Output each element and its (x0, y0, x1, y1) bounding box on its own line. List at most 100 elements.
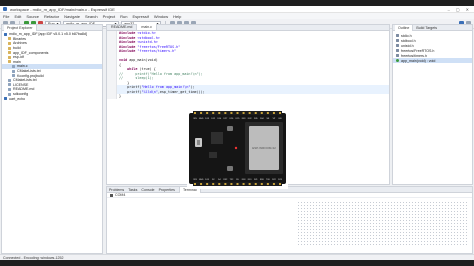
code-text: #include "freertos/timers.h" (117, 49, 176, 53)
header-pin (279, 112, 281, 114)
header-pin (212, 183, 215, 185)
folder-icon (8, 60, 11, 64)
tree-item-label: app_IDF_components (13, 50, 49, 55)
bottom-panel: Problems Tasks Console Properties Terminal C… (106, 186, 473, 254)
code-token: // (119, 71, 136, 76)
menu-item-search[interactable]: Search (85, 14, 98, 19)
menu-item-source[interactable]: Source (26, 14, 39, 19)
usb-uart-chip (211, 132, 223, 144)
folder-icon (8, 51, 11, 55)
header-pin (230, 112, 233, 114)
tab-main-c[interactable]: main.c (137, 24, 157, 30)
menu-item-edit[interactable]: Edit (14, 14, 21, 19)
file-icon (12, 64, 15, 68)
header-pin (248, 112, 251, 114)
minimize-icon[interactable]: – (448, 7, 450, 12)
code-token: <stdbool.h> (137, 35, 160, 40)
menu-item-navigate[interactable]: Navigate (64, 14, 80, 19)
outline-item[interactable]: app_main(void) : void (393, 58, 472, 63)
pin-row-bottom (194, 183, 281, 185)
header-pin (266, 112, 269, 114)
file-icon (12, 74, 15, 78)
esp32-board-photo: VIN GND D13 D12 D14 D27 D26 D25 D33 D32 D35 D34 VN VP… (187, 108, 288, 189)
code-token: } (119, 94, 122, 99)
file-icon (8, 87, 11, 91)
header-pin (254, 112, 257, 114)
tree-item-label: README.md (13, 87, 35, 92)
menu-item-run[interactable]: Run (120, 14, 127, 19)
code-text: } (117, 81, 129, 85)
code-token: printf("Hello from app_main!\n"); (135, 71, 203, 76)
tab-project-explorer[interactable]: Project Explorer (4, 24, 37, 31)
code-text: #include <unistd.h> (117, 40, 158, 44)
tab-outline[interactable]: Outline (395, 24, 414, 31)
file-icon (8, 78, 11, 82)
tree-item-label: Kconfig.projbuild (17, 73, 44, 78)
header-pin (200, 183, 203, 185)
tree-item-label: main.c (17, 64, 28, 69)
tab-tasks[interactable]: Tasks (128, 188, 137, 192)
terminal-port-label[interactable]: COM4 (115, 193, 125, 197)
menu-item-help[interactable]: Help (173, 14, 181, 19)
project-tree: mdlo_m_app_IDF [app IDF v5.0.1 v5.0 b87b… (2, 31, 102, 101)
tab-console[interactable]: Console (141, 188, 154, 192)
code-text: #include "freertos/FreeRTOS.h" (117, 45, 180, 49)
pin-row-top (194, 112, 281, 114)
tree-item-label: mdlo_m_app_IDF [app IDF v5.0.1 v5.0 b87b… (9, 32, 87, 37)
menu-item-file[interactable]: File (3, 14, 9, 19)
header-pin (224, 112, 227, 114)
code-text: while (true) { (117, 67, 156, 71)
terminal-output-area[interactable] (297, 201, 467, 245)
menu-item-refactor[interactable]: Refactor (44, 14, 59, 19)
tab-readme-md[interactable]: README.md (107, 24, 138, 30)
code-token: printf( (119, 85, 142, 90)
maximize-icon[interactable]: ▢ (456, 7, 460, 12)
code-text: { (117, 63, 121, 67)
status-text: Connected - Encoding: windows-1252 (3, 255, 64, 260)
voltage-regulator (209, 152, 217, 158)
header-pin (272, 183, 275, 185)
header-pin (218, 112, 221, 114)
header-pin (212, 112, 215, 114)
code-token: app_main(void) (129, 58, 158, 63)
code-token: // (119, 76, 136, 81)
pin-label: GND (199, 179, 204, 181)
header-pin (254, 183, 257, 185)
project-icon (4, 97, 7, 101)
menu-item-window[interactable]: Window (154, 14, 168, 19)
code-text: // printf("Hello from app_main!\n"); (117, 72, 203, 76)
tab-problems[interactable]: Problems (109, 188, 124, 192)
code-token: #include (119, 49, 138, 54)
tab-properties[interactable]: Properties (159, 188, 175, 192)
code-text: printf("%lld\n",esp_timer_get_time()); (117, 90, 205, 94)
code-token: printf( (119, 89, 142, 94)
module-label: ESP-WROOM-32 (252, 146, 276, 150)
code-token: #include (119, 31, 138, 36)
close-icon[interactable]: ✕ (466, 7, 469, 12)
code-line: } (107, 94, 389, 99)
tab-build-targets[interactable]: Build Targets (416, 26, 437, 30)
menu-item-project[interactable]: Project (103, 14, 115, 19)
folder-icon (8, 37, 11, 41)
outline-list: stdio.h stdbool.h unistd.h freertos/FreeRTO… (393, 31, 472, 63)
function-icon (396, 59, 399, 62)
include-icon (396, 34, 399, 37)
code-token: #include (119, 35, 138, 40)
title-bar: workspace - mdlo_m_app_IDF/main/main.c -… (0, 6, 474, 13)
terminal-header: COM4 (107, 193, 472, 198)
tree-item-label: build (13, 46, 21, 51)
code-token: while (127, 67, 140, 72)
include-icon (396, 49, 399, 52)
tree-item[interactable]: uart_echo (2, 96, 102, 101)
header-pin (248, 183, 251, 185)
tree-item-label: Binaries (13, 36, 26, 41)
project-icon (4, 32, 7, 36)
code-text: // sleep(1); (117, 76, 154, 80)
code-token: <unistd.h> (137, 40, 158, 45)
folder-icon (8, 46, 11, 50)
header-pin (236, 183, 239, 185)
menu-item-espressif[interactable]: Espressif (132, 14, 148, 19)
code-token: #include (119, 44, 138, 49)
tree-item-label: CMakeLists.txt (13, 78, 37, 83)
window-title: workspace - mdlo_m_app_IDF/main/main.c -… (10, 6, 115, 12)
